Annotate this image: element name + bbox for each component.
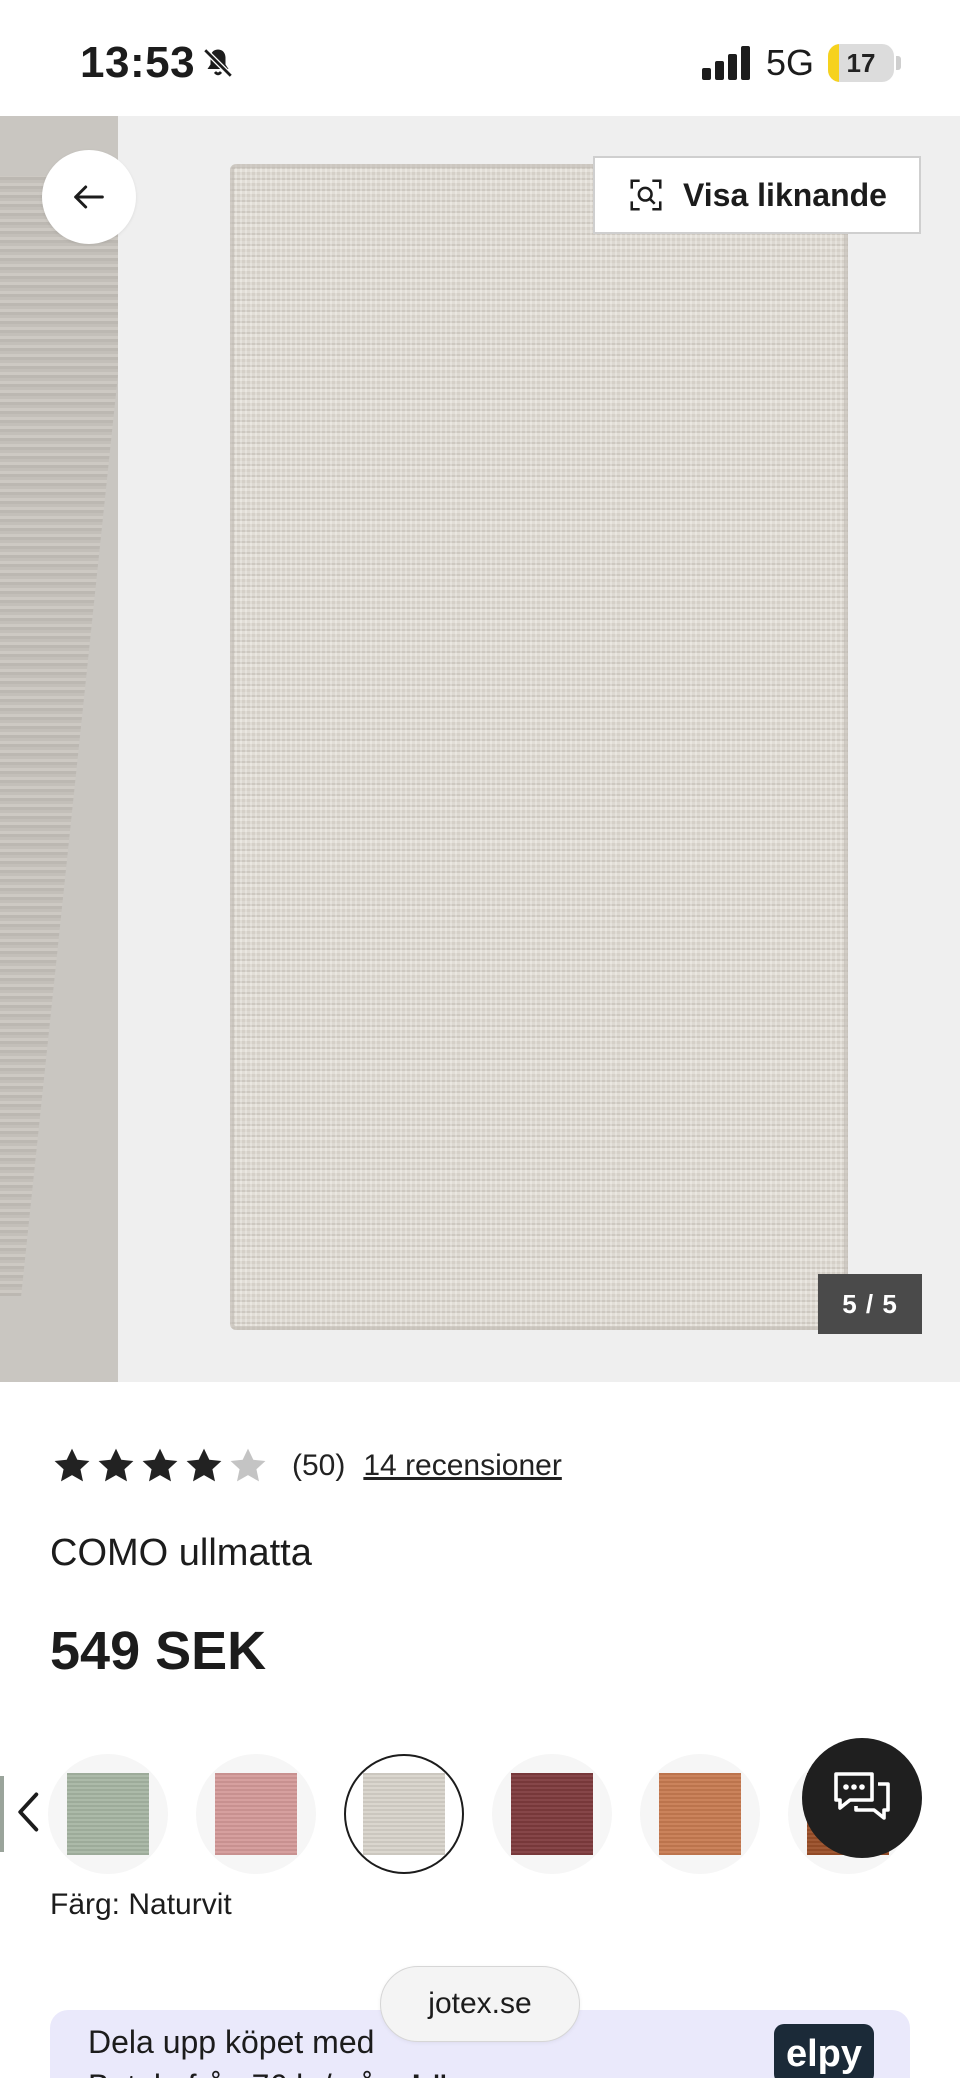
installment-headline: Dela upp köpet med — [88, 2024, 375, 2060]
swatch-rug-image — [659, 1773, 741, 1855]
chevron-left-icon[interactable] — [14, 1790, 44, 1834]
product-image-gallery[interactable]: Visa liknande 5 / 5 — [0, 116, 960, 1382]
color-swatch[interactable] — [48, 1754, 168, 1874]
elpy-logo: elpy — [774, 2024, 874, 2078]
installment-details: Betala från 76 kr/mån. Läs mer — [88, 2068, 534, 2078]
swatch-rug-image — [215, 1773, 297, 1855]
rating-row: (50) 14 recensioner — [50, 1444, 562, 1488]
browser-url-pill[interactable]: jotex.se — [380, 1966, 580, 2042]
swatch-rug-image — [511, 1773, 593, 1855]
bell-slash-icon — [203, 48, 233, 78]
star-filled-icon — [142, 1448, 178, 1482]
image-counter: 5 / 5 — [818, 1274, 922, 1334]
battery-cap — [896, 56, 901, 70]
rating-count: (50) — [292, 1449, 346, 1482]
back-button[interactable] — [42, 150, 136, 244]
signal-icon — [702, 46, 750, 80]
arrow-left-icon — [74, 185, 104, 209]
swatch-rug-image — [67, 1773, 149, 1855]
product-title: COMO ullmatta — [50, 1532, 312, 1574]
color-swatch[interactable] — [492, 1754, 612, 1874]
current-product-image[interactable] — [118, 116, 960, 1382]
chat-button[interactable] — [802, 1738, 922, 1858]
show-similar-button[interactable]: Visa liknande — [593, 156, 921, 234]
color-swatch[interactable] — [196, 1754, 316, 1874]
color-swatch[interactable] — [640, 1754, 760, 1874]
rug-image — [230, 164, 848, 1330]
color-swatch[interactable] — [344, 1754, 464, 1874]
star-filled-icon — [98, 1448, 134, 1482]
previous-product-image[interactable] — [0, 116, 118, 1382]
star-filled-icon — [186, 1448, 222, 1482]
status-time: 13:53 — [80, 38, 196, 87]
visual-search-icon — [630, 179, 662, 211]
battery-level: 17 — [846, 48, 876, 78]
network-label: 5G — [766, 42, 815, 83]
star-filled-icon — [54, 1448, 90, 1482]
installment-price-text: Betala från 76 kr/mån. — [88, 2068, 403, 2078]
star-empty-icon — [230, 1448, 266, 1482]
selected-color-label: Färg: Naturvit — [50, 1888, 232, 1921]
read-more-link[interactable]: Läs mer — [412, 2068, 535, 2078]
rug-closeup-image — [0, 176, 118, 1296]
reviews-link[interactable]: 14 recensioner — [363, 1449, 561, 1483]
product-price: 549 SEK — [50, 1621, 267, 1681]
status-bar: 13:53 5G 17 — [0, 0, 960, 116]
swatch-partial — [0, 1776, 4, 1852]
chat-bubbles-icon — [834, 1772, 890, 1820]
show-similar-label: Visa liknande — [683, 176, 887, 213]
star-rating — [50, 1444, 270, 1488]
battery-indicator: 17 — [828, 44, 894, 82]
swatch-rug-image — [363, 1773, 445, 1855]
